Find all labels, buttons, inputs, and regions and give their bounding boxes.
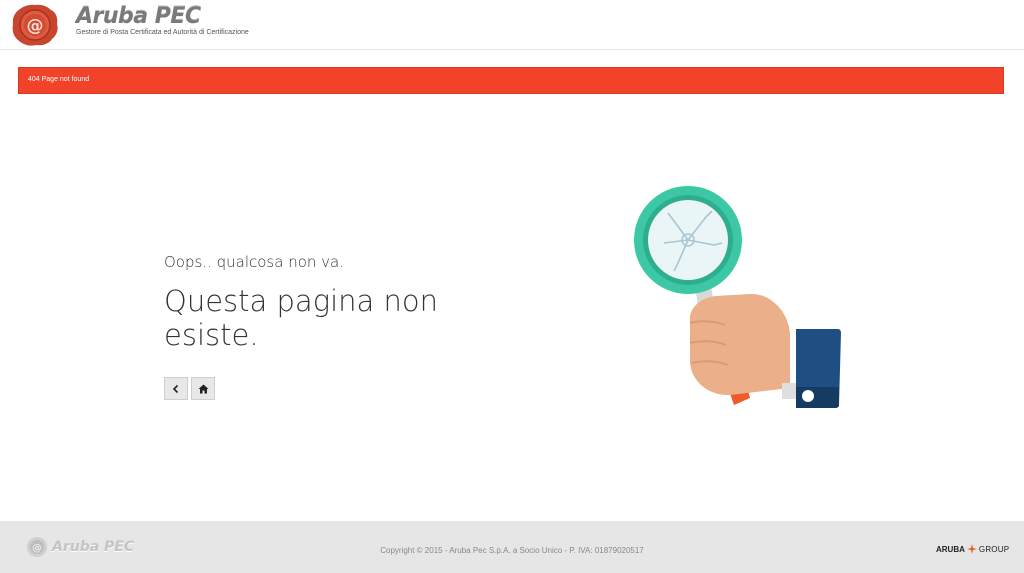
chevron-left-icon: [172, 384, 179, 393]
star-icon: [966, 544, 977, 554]
error-subtitle: Oops.. qualcosa non va.: [164, 253, 345, 271]
group-name-group: GROUP: [978, 544, 1010, 554]
brand-tagline: Gestore di Posta Certificata ed Autorità…: [76, 29, 249, 36]
home-icon: [198, 384, 208, 393]
error-alert-banner: 404 Page not found: [18, 67, 1004, 94]
magnifying-glass-illustration: [634, 186, 841, 408]
header: @ Aruba PEC Gestore di Posta Certificata…: [0, 0, 1024, 50]
svg-text:@: @: [27, 16, 44, 36]
aruba-group-logo[interactable]: ARUBA GROUP: [936, 544, 1009, 554]
alert-text: 404 Page not found: [28, 76, 90, 83]
back-button[interactable]: [164, 377, 188, 400]
footer: @ Aruba PEC Copyright © 2015 - Aruba Pec…: [0, 521, 1024, 573]
aruba-pec-seal-logo[interactable]: @: [11, 3, 59, 47]
brand-name[interactable]: Aruba PEC: [76, 4, 201, 29]
home-button[interactable]: [191, 377, 215, 400]
copyright-text: Copyright © 2015 - Aruba Pec S.p.A. a So…: [380, 546, 644, 555]
error-title: Questa pagina non esiste.: [164, 284, 439, 352]
group-name-aruba: ARUBA: [936, 544, 965, 554]
